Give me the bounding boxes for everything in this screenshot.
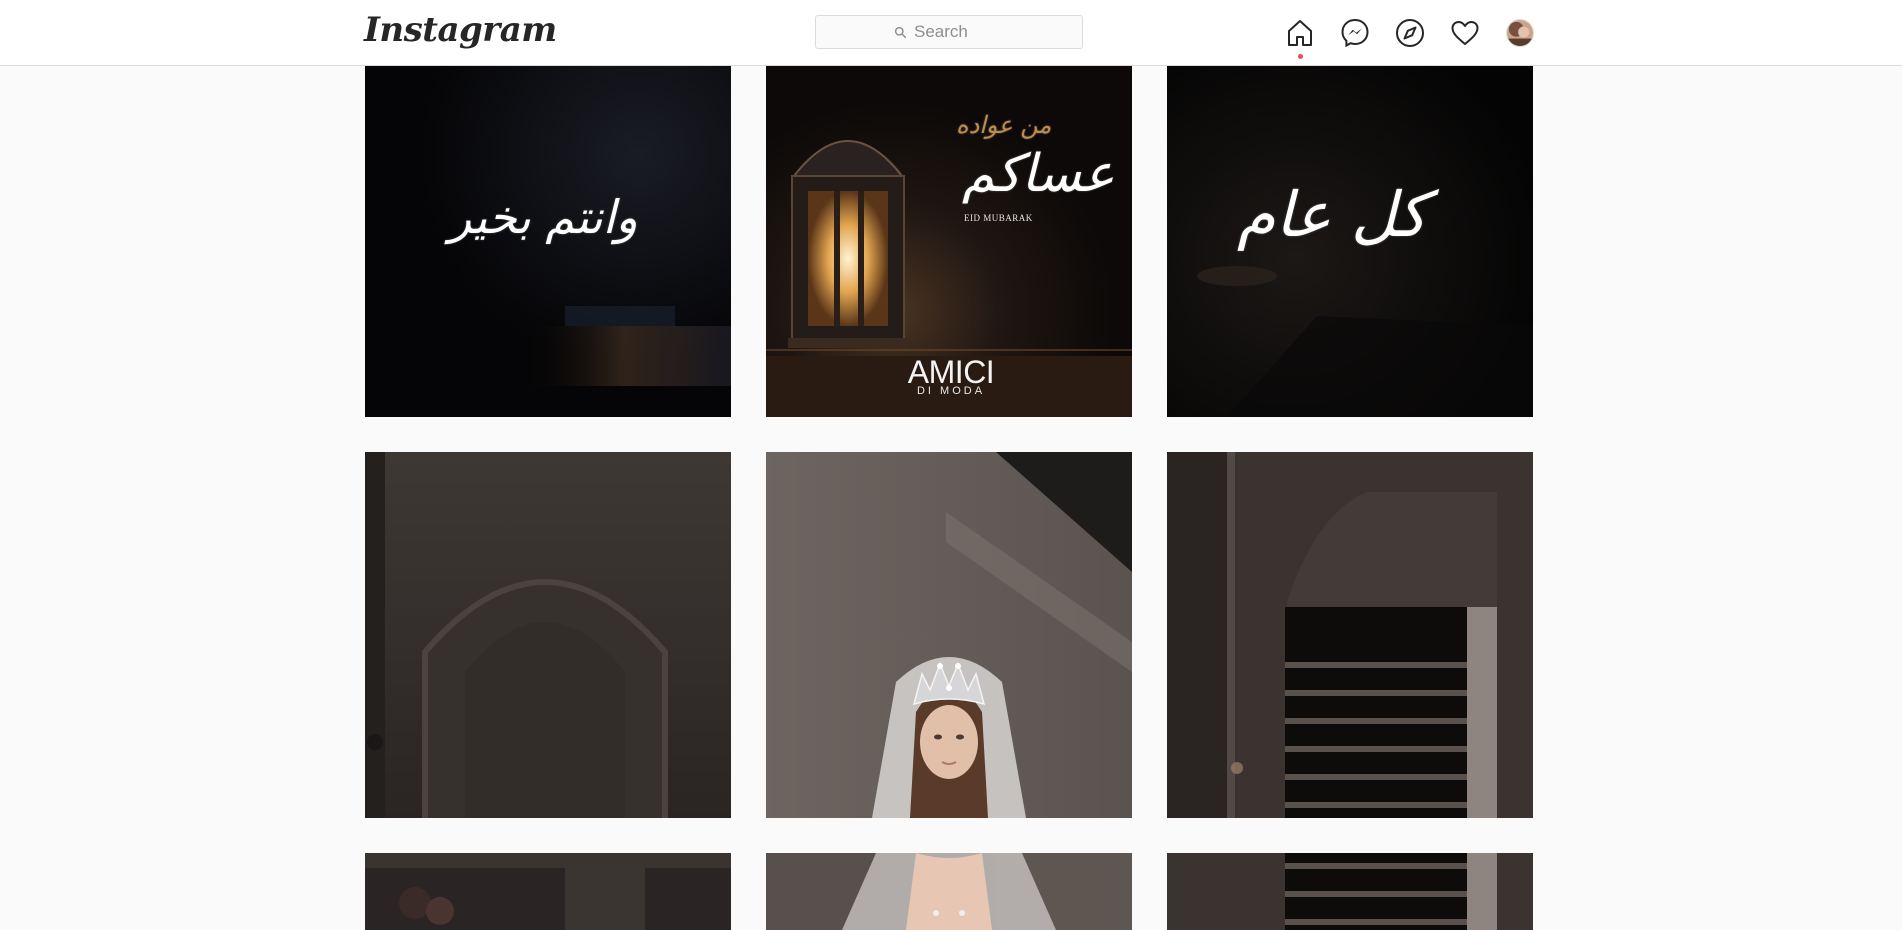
messenger-icon[interactable] (1339, 17, 1371, 49)
post-tile-runway-3[interactable] (1167, 452, 1533, 818)
search-box[interactable] (815, 15, 1083, 49)
search-input[interactable] (914, 22, 1004, 42)
post-image (766, 853, 1132, 930)
post-subtitle: EID MUBARAK (964, 213, 1033, 223)
post-tile-eid-1[interactable]: وانتم بخير (365, 66, 731, 417)
post-image (766, 452, 1132, 818)
activity-heart-icon[interactable] (1449, 17, 1481, 49)
explore-icon[interactable] (1394, 17, 1426, 49)
post-caption-text-top: من عواده (956, 111, 1052, 139)
home-icon[interactable] (1284, 17, 1316, 59)
post-tile-runway-6[interactable] (1167, 853, 1533, 930)
post-tile-runway-2[interactable] (766, 452, 1132, 818)
profile-avatar[interactable] (1504, 17, 1536, 49)
post-tile-runway-5[interactable] (766, 853, 1132, 930)
brand-logo-sub: DI MODA (916, 385, 986, 397)
post-tile-runway-1[interactable] (365, 452, 731, 818)
post-caption-text: كل عام (1237, 178, 1428, 251)
post-image (1167, 853, 1533, 930)
post-tile-eid-2[interactable]: من عواده عساكم EID MUBARAK AMICI DI MODA (766, 66, 1132, 417)
search-icon (894, 26, 907, 38)
post-tile-eid-3[interactable]: كل عام (1167, 66, 1533, 417)
post-caption-text-main: عساكم (962, 144, 1115, 204)
top-nav-bar: Instagram (0, 0, 1902, 66)
post-caption-text: وانتم بخير (449, 190, 638, 244)
post-image (1167, 452, 1533, 818)
notification-dot (1298, 54, 1303, 59)
instagram-logo[interactable]: Instagram (364, 10, 557, 50)
post-tile-runway-4[interactable] (365, 853, 731, 930)
post-image (365, 853, 731, 930)
post-image (365, 452, 731, 818)
